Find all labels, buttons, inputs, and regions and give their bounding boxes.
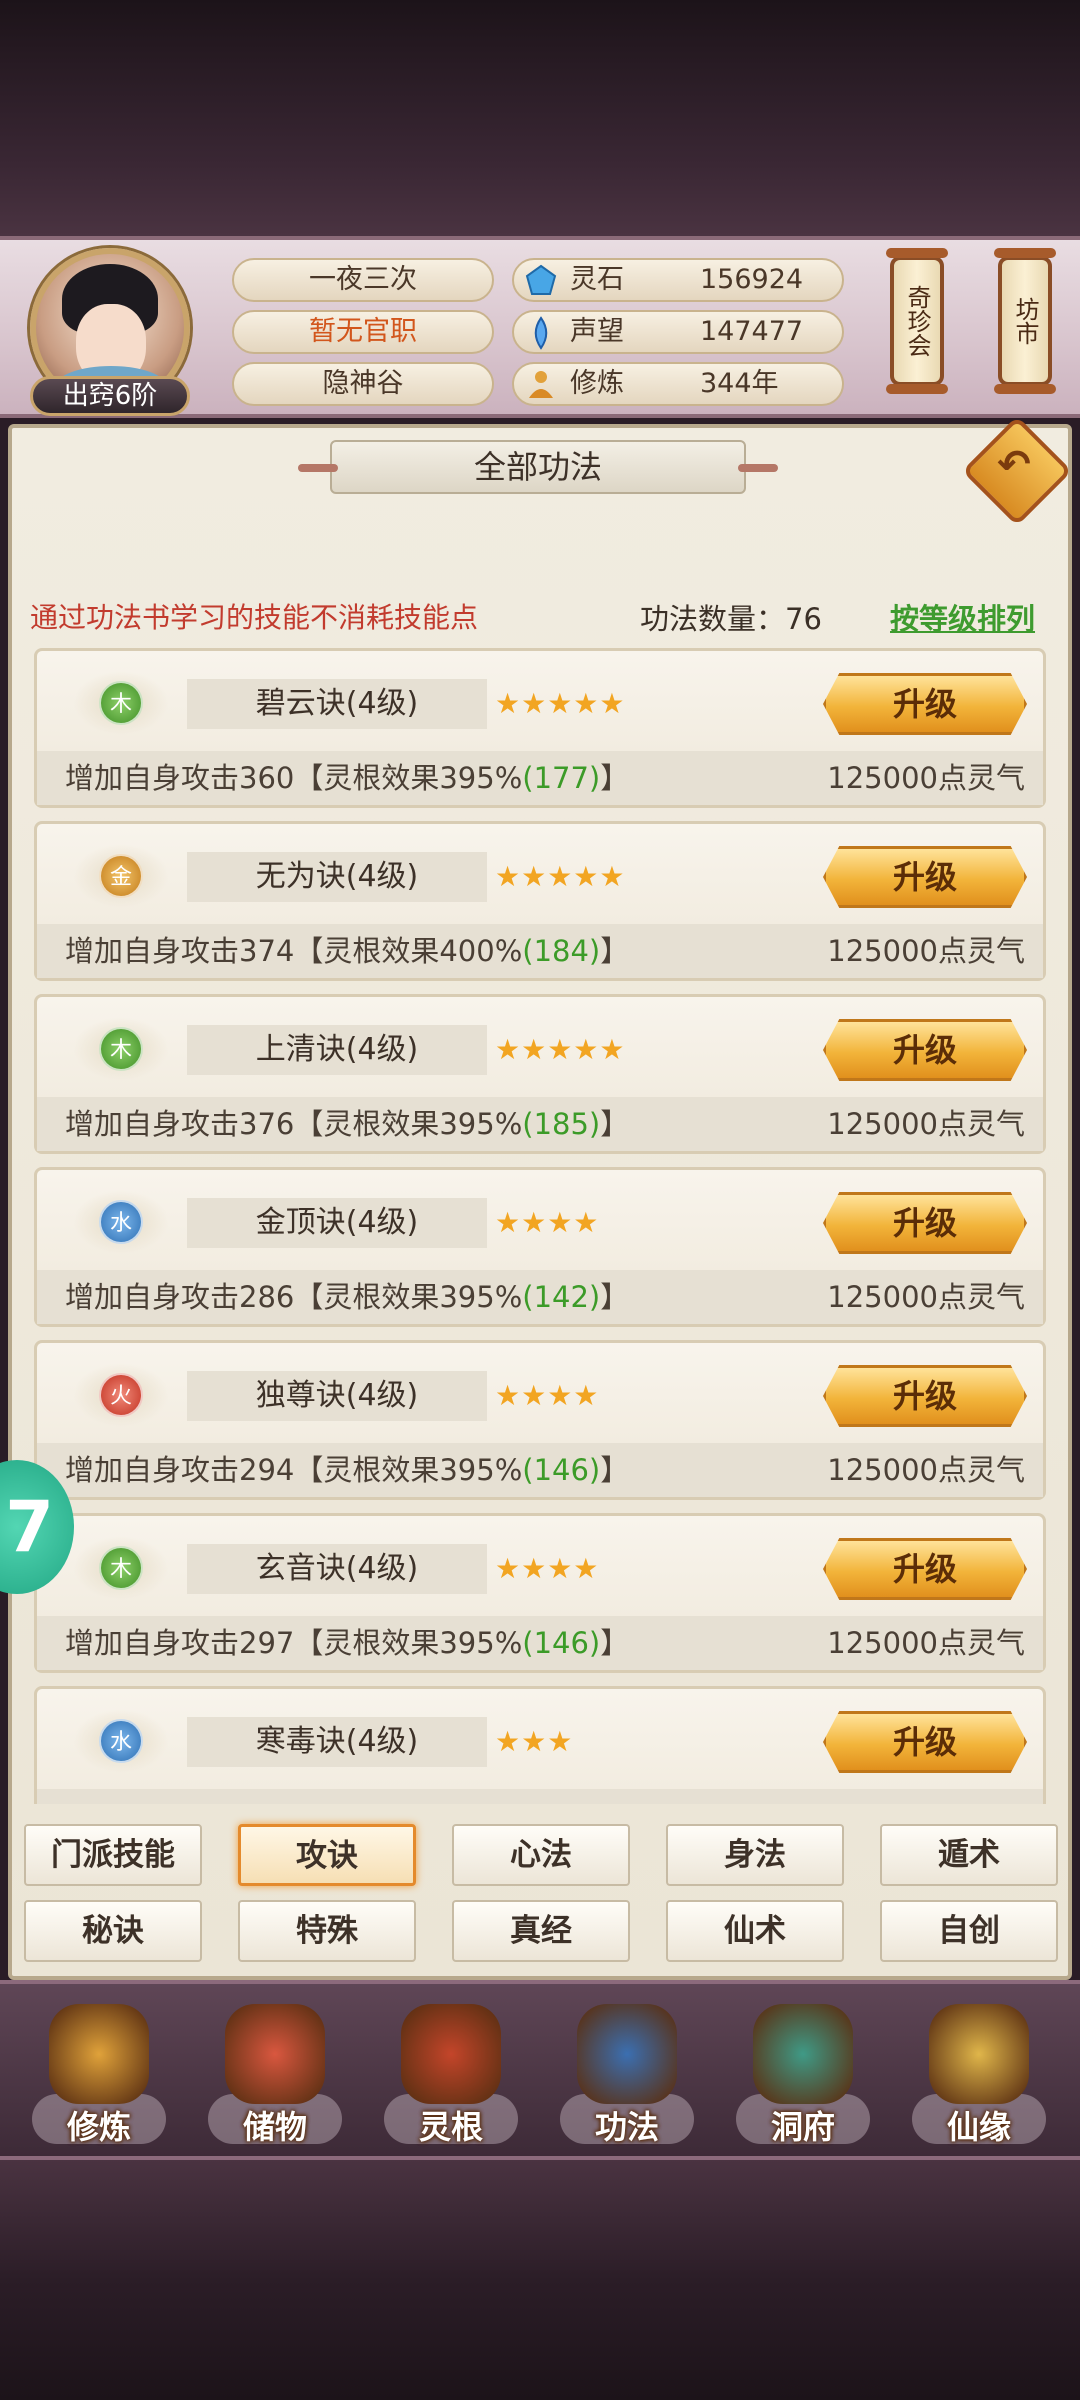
star-rating: ★★★★★	[495, 1033, 626, 1066]
skill-description: 增加自身攻击297【灵根效果395%(146)】 125000点灵气	[37, 1616, 1043, 1670]
category-tabs: 门派技能 攻诀 心法 身法 遁术秘诀 特殊 真经 仙术 自创	[0, 1820, 1080, 1970]
element-icon: 木	[99, 1546, 143, 1590]
skill-list[interactable]: 木碧云诀(4级) ★★★★★ 升级 增加自身攻击360【灵根效果395%(177)】 1…	[34, 648, 1046, 1804]
element-icon: 木	[99, 1027, 143, 1071]
rank-badge: 出窍6阶	[30, 376, 190, 416]
tab-9[interactable]: 自创	[880, 1900, 1058, 1962]
prestige-icon	[534, 316, 548, 350]
tab-7[interactable]: 真经	[452, 1900, 630, 1962]
upgrade-button[interactable]: 升级	[823, 1538, 1027, 1600]
nav-gourd[interactable]: 仙缘	[904, 1994, 1054, 2154]
upgrade-cost: 125000点灵气	[827, 1107, 1025, 1141]
tab-1[interactable]: 攻诀	[238, 1824, 416, 1886]
tab-6[interactable]: 特殊	[238, 1900, 416, 1962]
element-icon: 火	[99, 1373, 143, 1417]
upgrade-button[interactable]: 升级	[823, 1711, 1027, 1773]
skill-card: 木上清诀(4级) ★★★★★ 升级增加自身攻击376【灵根效果395%(185)】 1…	[34, 994, 1046, 1154]
shortcut-treasure-fair[interactable]: 奇珍会	[886, 248, 948, 394]
storage-bag-icon	[225, 2004, 325, 2104]
skill-name: 玄音诀(4级)	[187, 1544, 487, 1594]
skill-description: 增加自身攻击374【灵根效果400%(184)】 125000点灵气	[37, 924, 1043, 978]
star-rating: ★★★★★	[495, 860, 626, 893]
skill-card: 水金顶诀(4级) ★★★★ 升级增加自身攻击286【灵根效果395%(142)】 12…	[34, 1167, 1046, 1327]
gourd-icon	[929, 2004, 1029, 2104]
skill-description: 增加自身攻击360【灵根效果395%(177)】 125000点灵气	[37, 751, 1043, 805]
tab-2[interactable]: 心法	[452, 1824, 630, 1886]
bottom-background	[0, 2160, 1080, 2400]
shortcut-market[interactable]: 坊市	[994, 248, 1056, 394]
upgrade-button[interactable]: 升级	[823, 846, 1027, 908]
back-arrow-icon: ↶	[997, 442, 1031, 489]
resource-prestige: 声望 147477	[512, 310, 844, 354]
upgrade-button[interactable]: 升级	[823, 1019, 1027, 1081]
skill-description	[37, 1789, 1043, 1804]
element-icon: 金	[99, 854, 143, 898]
nav-spirit-root[interactable]: 灵根	[376, 1994, 526, 2154]
spirit-root-icon	[401, 2004, 501, 2104]
upgrade-cost: 125000点灵气	[827, 1453, 1025, 1487]
official-title: 暂无官职	[232, 310, 494, 354]
upgrade-button[interactable]: 升级	[823, 1365, 1027, 1427]
skill-description: 增加自身攻击376【灵根效果395%(185)】 125000点灵气	[37, 1097, 1043, 1151]
skill-count: 功法数量：76	[640, 602, 822, 636]
sect-name: 隐神谷	[232, 362, 494, 406]
panel-title: 全部功法	[298, 440, 778, 494]
tab-3[interactable]: 身法	[666, 1824, 844, 1886]
nav-cave-house[interactable]: 洞府	[728, 1994, 878, 2154]
skill-name: 碧云诀(4级)	[187, 679, 487, 729]
skill-name: 独尊诀(4级)	[187, 1371, 487, 1421]
cultivate-monk-icon	[49, 2004, 149, 2104]
spirit-stone-icon	[525, 264, 557, 295]
skill-card: 火独尊诀(4级) ★★★★ 升级增加自身攻击294【灵根效果395%(146)】 12…	[34, 1340, 1046, 1500]
skill-card: 木玄音诀(4级) ★★★★ 升级增加自身攻击297【灵根效果395%(146)】 12…	[34, 1513, 1046, 1673]
resource-spirit-stone: 灵石 156924	[512, 258, 844, 302]
upgrade-button[interactable]: 升级	[823, 1192, 1027, 1254]
star-rating: ★★★	[495, 1725, 574, 1758]
skill-card: 木碧云诀(4级) ★★★★★ 升级增加自身攻击360【灵根效果395%(177)】 1…	[34, 648, 1046, 808]
nav-skill-book[interactable]: 功法	[552, 1994, 702, 2154]
star-rating: ★★★★	[495, 1552, 600, 1585]
skill-description: 增加自身攻击286【灵根效果395%(142)】 125000点灵气	[37, 1270, 1043, 1324]
star-rating: ★★★★★	[495, 687, 626, 720]
upgrade-button[interactable]: 升级	[823, 673, 1027, 735]
skill-card: 水寒毒诀(4级) ★★★ 升级	[34, 1686, 1046, 1804]
element-icon: 水	[99, 1719, 143, 1763]
upgrade-cost: 125000点灵气	[827, 761, 1025, 795]
player-header: 出窍6阶 一夜三次 暂无官职 隐神谷 灵石 156924 声望 147477 修…	[0, 236, 1080, 418]
tab-5[interactable]: 秘诀	[24, 1900, 202, 1962]
skill-name: 上清诀(4级)	[187, 1025, 487, 1075]
star-rating: ★★★★	[495, 1206, 600, 1239]
star-rating: ★★★★	[495, 1379, 600, 1412]
resource-cultivation: 修炼 344年	[512, 362, 844, 406]
skill-book-icon	[577, 2004, 677, 2104]
notice-text: 通过功法书学习的技能不消耗技能点	[30, 601, 479, 634]
skill-name: 无为诀(4级)	[187, 852, 487, 902]
upgrade-cost: 125000点灵气	[827, 1280, 1025, 1314]
skill-card: 金无为诀(4级) ★★★★★ 升级增加自身攻击374【灵根效果400%(184)】 1…	[34, 821, 1046, 981]
upgrade-cost: 125000点灵气	[827, 934, 1025, 968]
sort-by-level-link[interactable]: 按等级排列	[890, 596, 1035, 638]
nav-storage-bag[interactable]: 储物	[200, 1994, 350, 2154]
element-icon: 木	[99, 681, 143, 725]
element-icon: 水	[99, 1200, 143, 1244]
bottom-nav: 修炼 储物 灵根 功法 洞府 仙缘	[0, 1980, 1080, 2160]
skill-name: 寒毒诀(4级)	[187, 1717, 487, 1767]
upgrade-cost: 125000点灵气	[827, 1626, 1025, 1660]
tab-8[interactable]: 仙术	[666, 1900, 844, 1962]
cave-house-icon	[753, 2004, 853, 2104]
player-name: 一夜三次	[232, 258, 494, 302]
tab-4[interactable]: 遁术	[880, 1824, 1058, 1886]
tab-0[interactable]: 门派技能	[24, 1824, 202, 1886]
skill-name: 金顶诀(4级)	[187, 1198, 487, 1248]
skill-description: 增加自身攻击294【灵根效果395%(146)】 125000点灵气	[37, 1443, 1043, 1497]
top-background	[0, 0, 1080, 236]
cultivation-icon	[529, 371, 553, 398]
nav-cultivate-monk[interactable]: 修炼	[24, 1994, 174, 2154]
